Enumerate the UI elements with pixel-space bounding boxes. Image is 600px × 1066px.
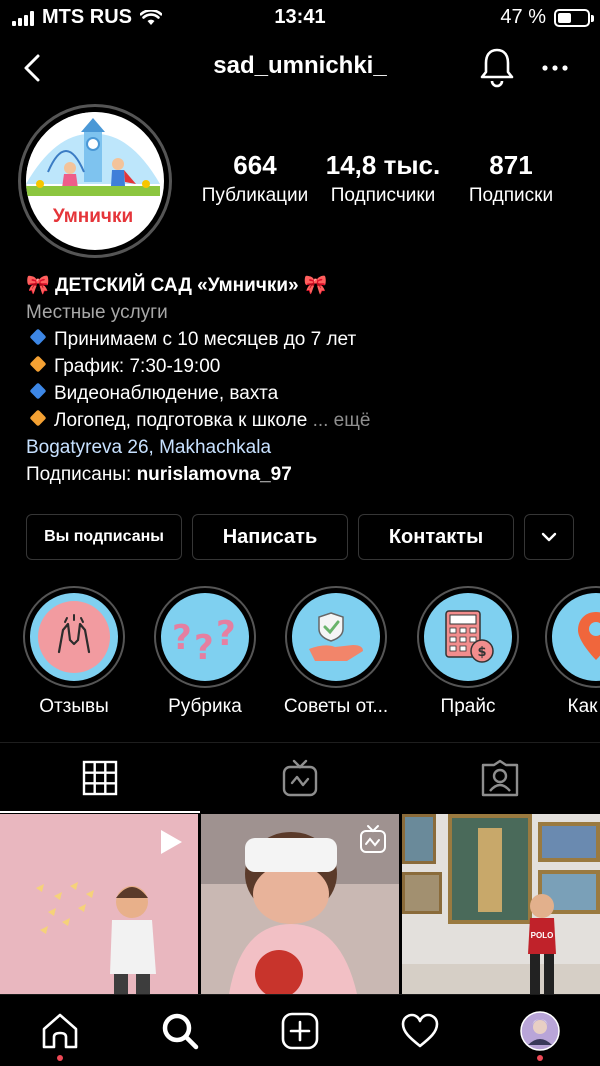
- following-button[interactable]: Вы подписаны: [26, 514, 182, 560]
- stat-value: 664: [233, 150, 277, 180]
- chevron-down-icon: [541, 532, 557, 542]
- stat-posts[interactable]: 664 Публикации: [190, 150, 320, 207]
- avatar: Умнички: [26, 112, 164, 250]
- blue-diamond-icon: [29, 382, 47, 400]
- location-pin-icon: [578, 612, 600, 660]
- highlight-label: Отзывы: [39, 696, 109, 717]
- shirt-text: POLO: [531, 931, 554, 940]
- posts-grid: POLO: [0, 814, 600, 994]
- tagged-icon: [481, 759, 519, 797]
- contacts-button[interactable]: Контакты: [358, 514, 514, 560]
- notification-dot: [57, 1055, 63, 1061]
- tab-tagged[interactable]: [400, 743, 600, 813]
- stat-label: Публикации: [201, 185, 309, 206]
- stat-value: 14,8 тыс.: [325, 150, 441, 180]
- heart-icon: [401, 1013, 439, 1048]
- kindergarten-logo: Умнички: [26, 112, 160, 246]
- plus-square-icon: [281, 1012, 319, 1050]
- notification-dot: [537, 1055, 543, 1061]
- highlight-rubric[interactable]: ? ? ? Рубрика: [139, 586, 271, 718]
- bow-icon: 🎀: [303, 275, 328, 296]
- profile-avatar-icon: [520, 1011, 560, 1051]
- highlight-label: Как до: [567, 696, 600, 717]
- stat-value: 871: [489, 150, 533, 180]
- highlight-label: Советы от...: [283, 696, 389, 717]
- nav-search[interactable]: [158, 1009, 202, 1053]
- message-button[interactable]: Написать: [192, 514, 348, 560]
- profile-bio: 🎀 ДЕТСКИЙ САД «Умнички» 🎀 Местные услуги…: [26, 272, 586, 488]
- post-image: POLO: [402, 814, 600, 994]
- battery-percent: 47 %: [500, 6, 546, 28]
- profile-avatar[interactable]: Умнички: [18, 104, 172, 258]
- question-marks-icon: ? ? ?: [172, 614, 236, 667]
- stat-label: Подписчики: [330, 185, 436, 206]
- more-link[interactable]: ... ещё: [313, 410, 371, 431]
- post-thumbnail[interactable]: POLO: [402, 814, 600, 994]
- bottom-navigation: [0, 994, 600, 1066]
- highlight-reviews[interactable]: Отзывы: [8, 586, 140, 718]
- bio-line: Видеонаблюдение, вахта: [26, 380, 586, 407]
- bio-line: Логопед, подготовка к школе ... ещё: [26, 407, 586, 434]
- stat-following[interactable]: 871 Подписки: [446, 150, 576, 207]
- orange-diamond-icon: [29, 355, 47, 373]
- more-options-icon[interactable]: [540, 56, 570, 80]
- svg-text:$: $: [477, 645, 486, 660]
- igtv-icon: [282, 759, 318, 797]
- blue-diamond-icon: [29, 328, 47, 346]
- svg-text:?: ?: [172, 618, 192, 658]
- search-icon: [162, 1013, 199, 1050]
- profile-header: sad_umnichki_: [0, 40, 600, 96]
- stat-followers[interactable]: 14,8 тыс. Подписчики: [318, 150, 448, 207]
- post-thumbnail[interactable]: [0, 814, 198, 994]
- bow-icon: 🎀: [26, 275, 50, 296]
- bell-icon[interactable]: [478, 46, 516, 88]
- profile-tabs: [0, 742, 600, 813]
- video-play-icon: [161, 830, 182, 854]
- profile-stats: 664 Публикации 14,8 тыс. Подписчики 871 …: [190, 150, 590, 220]
- suggested-dropdown-button[interactable]: [524, 514, 574, 560]
- logo-text: Умнички: [53, 206, 133, 227]
- nav-home[interactable]: [38, 1009, 82, 1061]
- grid-icon: [82, 760, 118, 796]
- story-highlights: Отзывы ? ? ? Рубрика Советы от... $ Прай…: [0, 586, 600, 726]
- status-bar: MTS RUS 13:41 47 %: [0, 0, 600, 36]
- highlight-price[interactable]: $ Прайс: [402, 586, 534, 718]
- battery-icon: [554, 8, 594, 27]
- bio-line: Принимаем с 10 месяцев до 7 лет: [26, 326, 586, 353]
- bio-line: График: 7:30-19:00: [26, 353, 586, 380]
- post-thumbnail[interactable]: [201, 814, 399, 994]
- nav-profile[interactable]: [518, 1009, 562, 1061]
- igtv-icon: [360, 825, 386, 853]
- followed-by-user: nurislamovna_97: [136, 464, 292, 485]
- svg-text:?: ?: [194, 628, 214, 667]
- followed-by[interactable]: Подписаны: nurislamovna_97: [26, 461, 586, 488]
- hand-shield-icon: [309, 612, 363, 661]
- praying-hands-icon: [38, 601, 110, 673]
- home-icon: [42, 1013, 78, 1049]
- profile-name-line: 🎀 ДЕТСКИЙ САД «Умнички» 🎀: [26, 272, 586, 299]
- profile-category: Местные услуги: [26, 302, 168, 323]
- calculator-icon: $: [445, 610, 494, 663]
- nav-new-post[interactable]: [278, 1009, 322, 1053]
- highlight-tips[interactable]: Советы от...: [270, 586, 402, 718]
- tab-grid[interactable]: [0, 743, 200, 813]
- location-link[interactable]: Bogatyreva 26, Makhachkala: [26, 434, 586, 461]
- tab-igtv[interactable]: [200, 743, 400, 813]
- profile-name: ДЕТСКИЙ САД «Умнички»: [54, 275, 299, 296]
- svg-text:?: ?: [216, 614, 236, 654]
- stat-label: Подписки: [468, 185, 554, 206]
- orange-diamond-icon: [29, 409, 47, 427]
- highlight-label: Прайс: [440, 696, 496, 717]
- highlight-directions[interactable]: Как до: [530, 586, 600, 718]
- nav-activity[interactable]: [398, 1009, 442, 1053]
- highlight-label: Рубрика: [168, 696, 242, 717]
